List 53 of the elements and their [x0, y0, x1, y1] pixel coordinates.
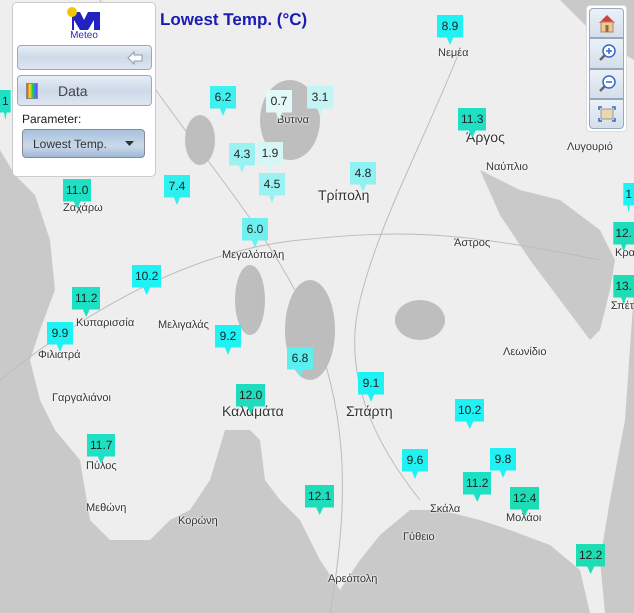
zoom-out-icon: [596, 74, 616, 94]
temperature-marker[interactable]: 9.1: [358, 372, 384, 402]
temperature-marker[interactable]: 12.1: [305, 485, 334, 515]
temperature-marker[interactable]: 9.2: [215, 325, 241, 355]
temperature-marker[interactable]: 9.6: [402, 449, 428, 479]
home-icon: [596, 13, 616, 34]
temperature-marker[interactable]: 8.9: [437, 15, 463, 45]
temperature-marker[interactable]: 1: [623, 183, 634, 213]
place-label: Λυγουριό: [567, 141, 613, 153]
home-button[interactable]: [589, 8, 624, 38]
color-palette-icon: [26, 82, 38, 98]
arrow-left-icon: [127, 50, 143, 64]
place-label: Κυπαρισσία: [76, 317, 134, 329]
place-label: Μελιγαλάς: [158, 319, 209, 331]
parameter-select[interactable]: Lowest Temp.: [22, 129, 145, 158]
zoom-in-icon: [596, 43, 616, 64]
zoom-out-button[interactable]: [589, 68, 624, 99]
full-extent-icon: [598, 106, 616, 122]
data-button[interactable]: Data: [17, 75, 152, 106]
caret-icon: [125, 141, 134, 146]
temperature-marker[interactable]: 4.5: [259, 173, 285, 203]
temperature-marker[interactable]: 12.2: [576, 544, 606, 574]
place-label: Σπάρτη: [346, 403, 393, 419]
place-label: Άστρος: [454, 237, 490, 249]
temperature-marker[interactable]: 11.2: [463, 472, 492, 502]
zoom-in-button[interactable]: [589, 38, 624, 68]
logo-text: Meteo: [70, 30, 98, 41]
place-label: Φιλιατρά: [38, 349, 80, 361]
place-label: Αρεόπολη: [328, 573, 378, 585]
place-label: Σκάλα: [430, 503, 460, 515]
place-label: Νεμέα: [438, 47, 468, 59]
place-label: Ναύπλιο: [486, 161, 528, 173]
place-label: Γύθειο: [403, 531, 435, 543]
temperature-marker[interactable]: 1: [0, 90, 11, 120]
logo-icon: [66, 6, 102, 30]
map-title: Lowest Temp. (°C): [160, 10, 308, 30]
temperature-marker[interactable]: 9.8: [490, 448, 516, 478]
place-label: Μεγαλόπολη: [222, 249, 284, 261]
place-label: Μεθώνη: [86, 502, 126, 514]
full-extent-button[interactable]: [589, 98, 624, 129]
temperature-marker[interactable]: 10.2: [455, 399, 484, 429]
temperature-marker[interactable]: 3.1: [307, 86, 333, 116]
temperature-marker[interactable]: 1.9: [257, 142, 283, 172]
temperature-marker[interactable]: 7.4: [164, 175, 190, 205]
temperature-marker[interactable]: 10.2: [132, 265, 162, 295]
place-label: Γαργαλιάνοι: [52, 392, 111, 404]
parameter-label: Parameter:: [22, 112, 82, 126]
temperature-marker[interactable]: 6.0: [242, 218, 268, 248]
temperature-marker[interactable]: 6.2: [210, 86, 236, 116]
place-label: Κορώνη: [178, 515, 218, 527]
place-label: Λεωνίδιο: [503, 346, 546, 358]
temperature-marker[interactable]: 4.3: [229, 143, 255, 173]
temperature-marker[interactable]: 11.2: [72, 287, 100, 317]
